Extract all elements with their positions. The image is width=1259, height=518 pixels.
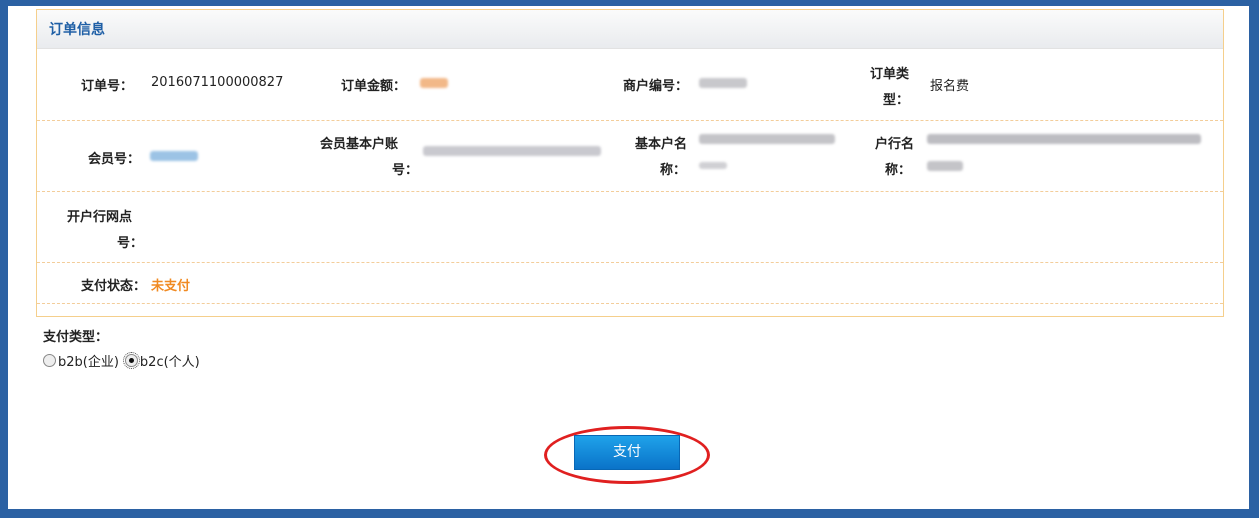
order-type-label: 订单类 [870, 67, 910, 82]
branch-number-label: 开户行网点 [67, 210, 133, 225]
basic-account-name-value-line2-redacted [699, 162, 727, 169]
branch-number-label-line2: 号： [117, 236, 144, 251]
order-type-label-line2: 型： [883, 93, 910, 108]
b2b-radio[interactable] [43, 354, 56, 367]
bank-name-label: 户行名 [875, 137, 915, 152]
member-number-label: 会员号： [88, 152, 141, 167]
order-type-value: 报名费 [930, 79, 970, 94]
member-account-label-line2: 号： [392, 163, 419, 178]
basic-account-name-value-redacted [699, 134, 835, 144]
payment-status-label: 支付状态： [81, 279, 147, 294]
merchant-number-value-redacted [699, 78, 747, 88]
order-amount-value-redacted [420, 78, 448, 88]
order-number-label: 订单号： [81, 79, 134, 94]
payment-status-value: 未支付 [151, 279, 191, 294]
page-frame: 订单信息 订单号： 2016071100000827 订单金额： 商户编号： 订… [8, 6, 1249, 509]
order-amount-label: 订单金额： [341, 79, 407, 94]
member-number-value-redacted [150, 151, 198, 161]
b2c-radio[interactable] [122, 352, 140, 369]
panel-title: 订单信息 [37, 10, 1223, 49]
order-number-value: 2016071100000827 [151, 75, 284, 90]
order-row-4: 支付状态： 未支付 [37, 263, 1223, 304]
member-account-value-redacted [423, 146, 601, 156]
payment-type-label: 支付类型： [43, 330, 109, 345]
pay-button[interactable]: 支付 [574, 435, 680, 470]
member-account-label: 会员基本户账 [320, 137, 399, 152]
basic-account-name-label-line2: 称： [660, 163, 687, 178]
bank-name-label-line2: 称： [885, 163, 912, 178]
bank-name-value-line2-redacted [927, 161, 963, 171]
merchant-number-label: 商户编号： [623, 79, 689, 94]
bank-name-value-redacted [927, 134, 1201, 144]
basic-account-name-label: 基本户名 [635, 137, 688, 152]
payment-type-section: 支付类型： b2b(企业) b2c(个人) [43, 326, 200, 370]
b2c-option-label[interactable]: b2c(个人) [140, 351, 200, 370]
order-row-3: 开户行网点 号： [37, 192, 1223, 263]
order-row-2: 会员号： 会员基本户账 号： 基本户名 称： 户行名 称： [37, 121, 1223, 192]
order-row-1: 订单号： 2016071100000827 订单金额： 商户编号： 订单类 型：… [37, 49, 1223, 121]
order-info-panel: 订单信息 订单号： 2016071100000827 订单金额： 商户编号： 订… [36, 9, 1224, 317]
payment-type-options: b2b(企业) b2c(个人) [43, 351, 200, 370]
b2b-option-label[interactable]: b2b(企业) [58, 351, 119, 370]
